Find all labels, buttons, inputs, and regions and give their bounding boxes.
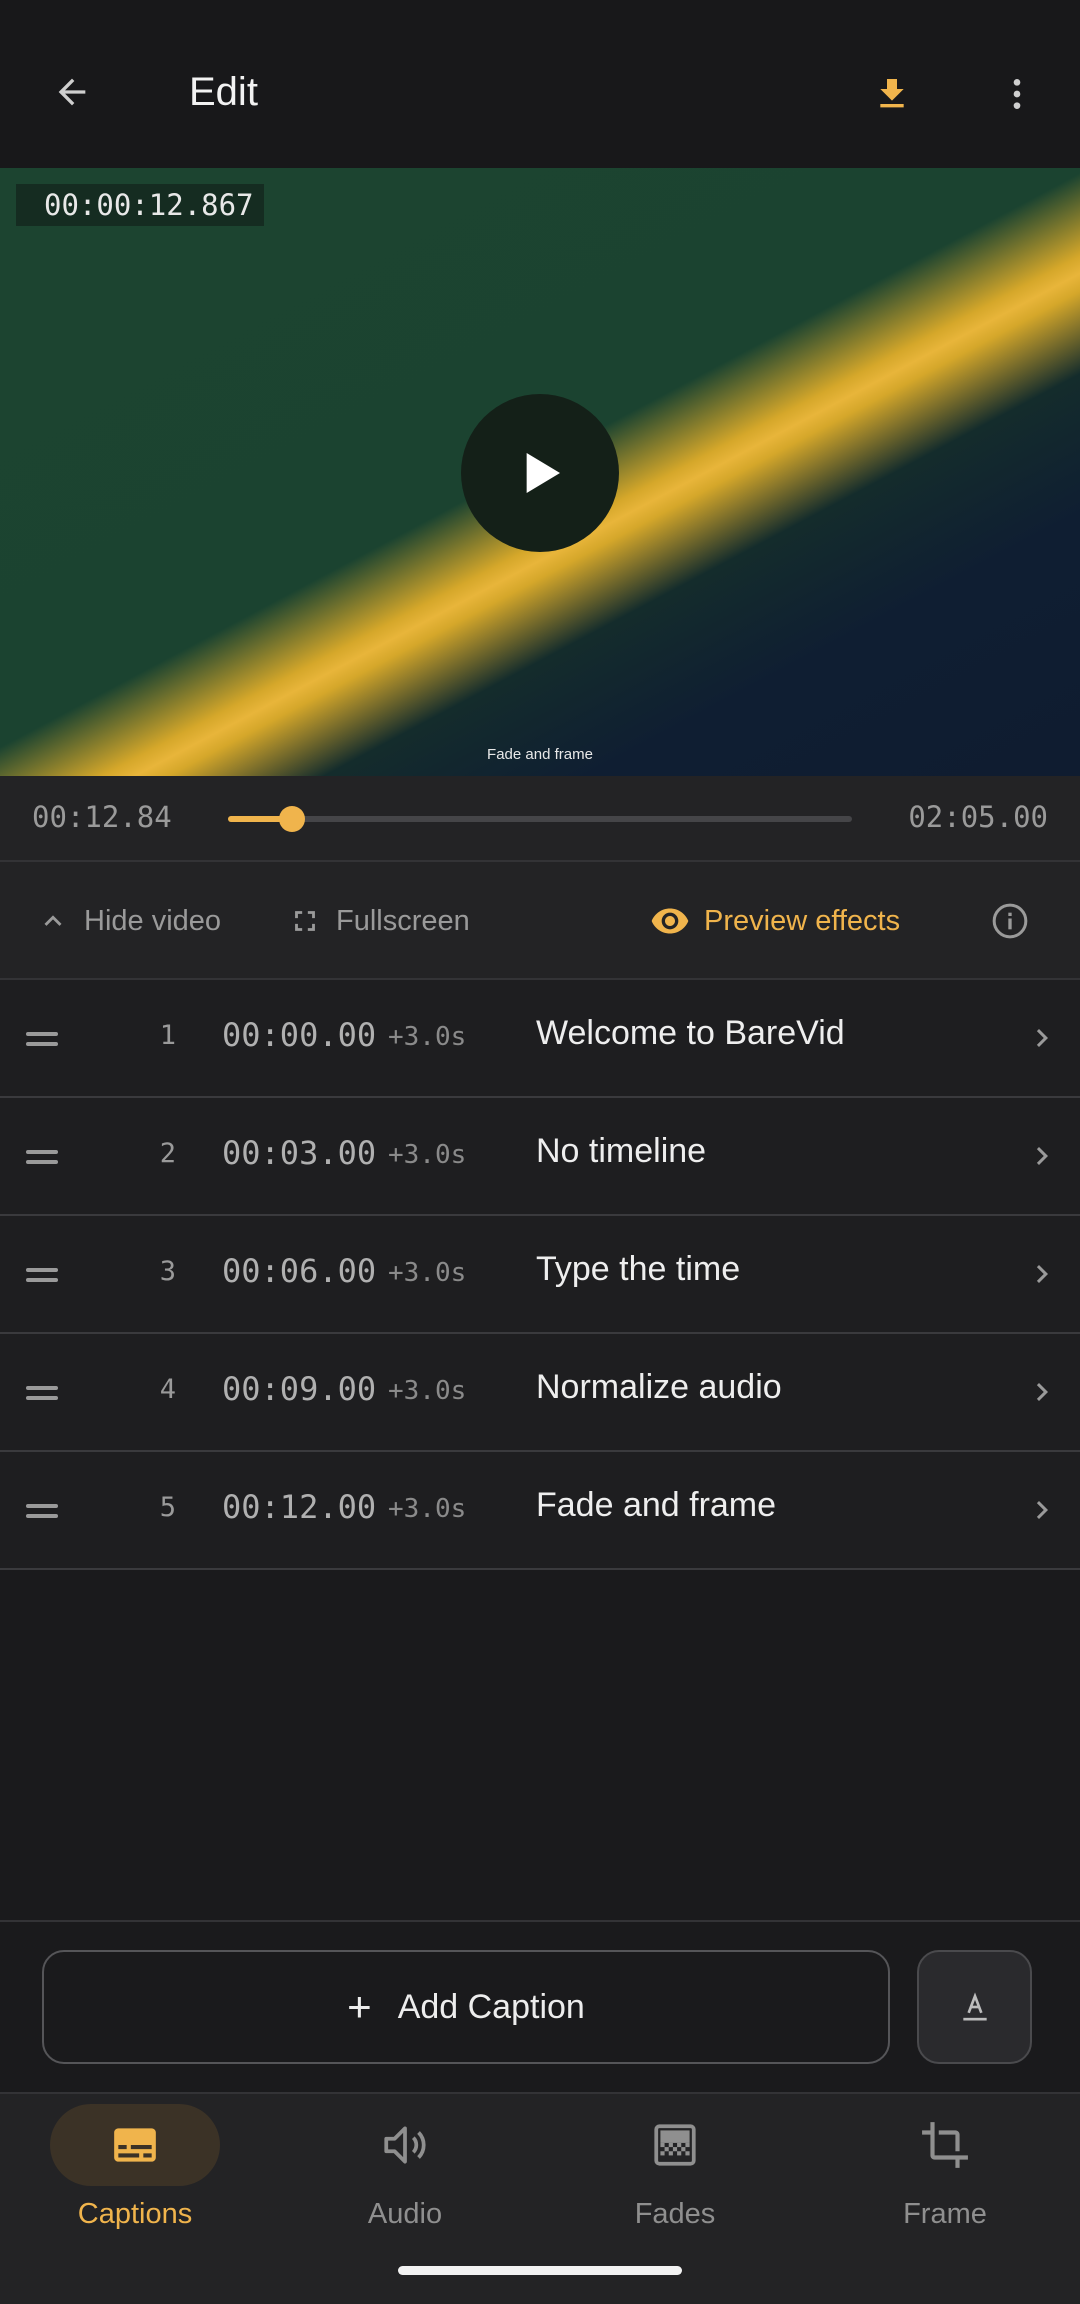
- caption-start-time: 00:00.00: [222, 1016, 377, 1054]
- hide-video-button[interactable]: Hide video: [36, 862, 221, 980]
- tab-audio-label: Audio: [367, 2198, 443, 2230]
- drag-handle-icon[interactable]: [26, 1142, 58, 1172]
- info-button[interactable]: [990, 862, 1044, 980]
- fullscreen-label: Fullscreen: [336, 904, 470, 937]
- add-caption-bar: + Add Caption: [0, 1920, 1080, 2092]
- preview-effects-label: Preview effects: [704, 904, 901, 937]
- caption-index: 5: [159, 1492, 176, 1523]
- fullscreen-button[interactable]: Fullscreen: [288, 862, 470, 980]
- info-icon: [992, 903, 1028, 939]
- caption-index: 4: [159, 1374, 176, 1405]
- video-preview[interactable]: 00:00:12.867 Fade and frame: [0, 168, 1080, 776]
- caption-duration: +3.0s: [388, 1258, 467, 1288]
- add-caption-button[interactable]: + Add Caption: [42, 1950, 890, 2064]
- total-time: 02:05.00: [908, 800, 1048, 834]
- tab-fades-label: Fades: [634, 2198, 716, 2230]
- add-caption-label: Add Caption: [397, 1987, 585, 2026]
- more-options-button[interactable]: [985, 62, 1049, 126]
- play-button[interactable]: [461, 394, 619, 552]
- more-vert-icon: [1013, 79, 1021, 109]
- chevron-right-icon: [1024, 1492, 1060, 1528]
- arrow-back-icon: [58, 78, 86, 106]
- caption-list: 1 00:00.00 +3.0s Welcome to BareVid 2 00…: [0, 980, 1080, 1570]
- caption-row[interactable]: 2 00:03.00 +3.0s No timeline: [0, 1098, 1080, 1216]
- chevron-right-icon: [1024, 1138, 1060, 1174]
- download-icon: [880, 79, 904, 108]
- caption-text: Type the time: [536, 1250, 741, 1288]
- play-icon: [526, 453, 560, 493]
- caption-start-time: 00:12.00: [222, 1488, 377, 1526]
- caption-row[interactable]: 1 00:00.00 +3.0s Welcome to BareVid: [0, 980, 1080, 1098]
- chevron-right-icon: [1024, 1020, 1060, 1056]
- fade-icon: [654, 2124, 696, 2166]
- drag-handle-icon[interactable]: [26, 1496, 58, 1526]
- caption-index: 2: [159, 1138, 176, 1169]
- caption-style-button[interactable]: [917, 1950, 1032, 2064]
- captions-icon: [114, 2128, 156, 2162]
- tab-captions-label: Captions: [77, 2198, 193, 2230]
- crop-icon: [922, 2122, 968, 2168]
- drag-handle-icon[interactable]: [26, 1378, 58, 1408]
- chevron-right-icon: [1024, 1256, 1060, 1292]
- speaker-icon: [384, 2126, 426, 2164]
- video-timecode: 00:00:12.867: [16, 184, 264, 226]
- chevron-up-icon: [44, 915, 62, 926]
- tab-frame-label: Frame: [903, 2198, 987, 2230]
- top-app-bar: Edit: [0, 0, 1080, 168]
- tab-frame[interactable]: Frame: [810, 2094, 1080, 2304]
- drag-handle-icon[interactable]: [26, 1024, 58, 1054]
- drag-handle-icon[interactable]: [26, 1260, 58, 1290]
- caption-row[interactable]: 4 00:09.00 +3.0s Normalize audio: [0, 1334, 1080, 1452]
- caption-index: 1: [159, 1020, 176, 1051]
- caption-start-time: 00:03.00: [222, 1134, 377, 1172]
- eye-icon: [651, 908, 689, 934]
- back-button[interactable]: [40, 60, 104, 124]
- caption-duration: +3.0s: [388, 1494, 467, 1524]
- tab-captions[interactable]: Captions: [0, 2094, 270, 2304]
- hide-video-label: Hide video: [84, 904, 222, 937]
- caption-row[interactable]: 3 00:06.00 +3.0s Type the time: [0, 1216, 1080, 1334]
- text-style-icon: [962, 1992, 987, 2021]
- seek-slider[interactable]: [228, 806, 852, 832]
- plus-icon: +: [347, 1983, 372, 2030]
- caption-duration: +3.0s: [388, 1140, 467, 1170]
- current-time: 00:12.84: [32, 800, 172, 834]
- caption-start-time: 00:06.00: [222, 1252, 377, 1290]
- caption-text: Welcome to BareVid: [536, 1014, 845, 1052]
- caption-index: 3: [159, 1256, 176, 1287]
- chevron-right-icon: [1024, 1374, 1060, 1410]
- playback-scrubber: 00:12.84 02:05.00: [0, 776, 1080, 862]
- fullscreen-icon: [295, 911, 315, 931]
- tab-captions-indicator: [50, 2104, 220, 2186]
- caption-start-time: 00:09.00: [222, 1370, 377, 1408]
- download-button[interactable]: [860, 62, 924, 126]
- page-title: Edit: [189, 70, 258, 114]
- seek-thumb[interactable]: [279, 806, 306, 832]
- preview-effects-toggle[interactable]: Preview effects: [650, 862, 900, 980]
- caption-text: Fade and frame: [536, 1486, 777, 1524]
- caption-duration: +3.0s: [388, 1376, 467, 1406]
- caption-text: No timeline: [536, 1132, 707, 1170]
- caption-text: Normalize audio: [536, 1368, 782, 1406]
- caption-duration: +3.0s: [388, 1022, 467, 1052]
- caption-row[interactable]: 5 00:12.00 +3.0s Fade and frame: [0, 1452, 1080, 1570]
- video-controls-bar: Hide video Fullscreen Preview effects: [0, 862, 1080, 980]
- home-indicator: [398, 2266, 682, 2275]
- video-caption-overlay: Fade and frame: [487, 746, 593, 763]
